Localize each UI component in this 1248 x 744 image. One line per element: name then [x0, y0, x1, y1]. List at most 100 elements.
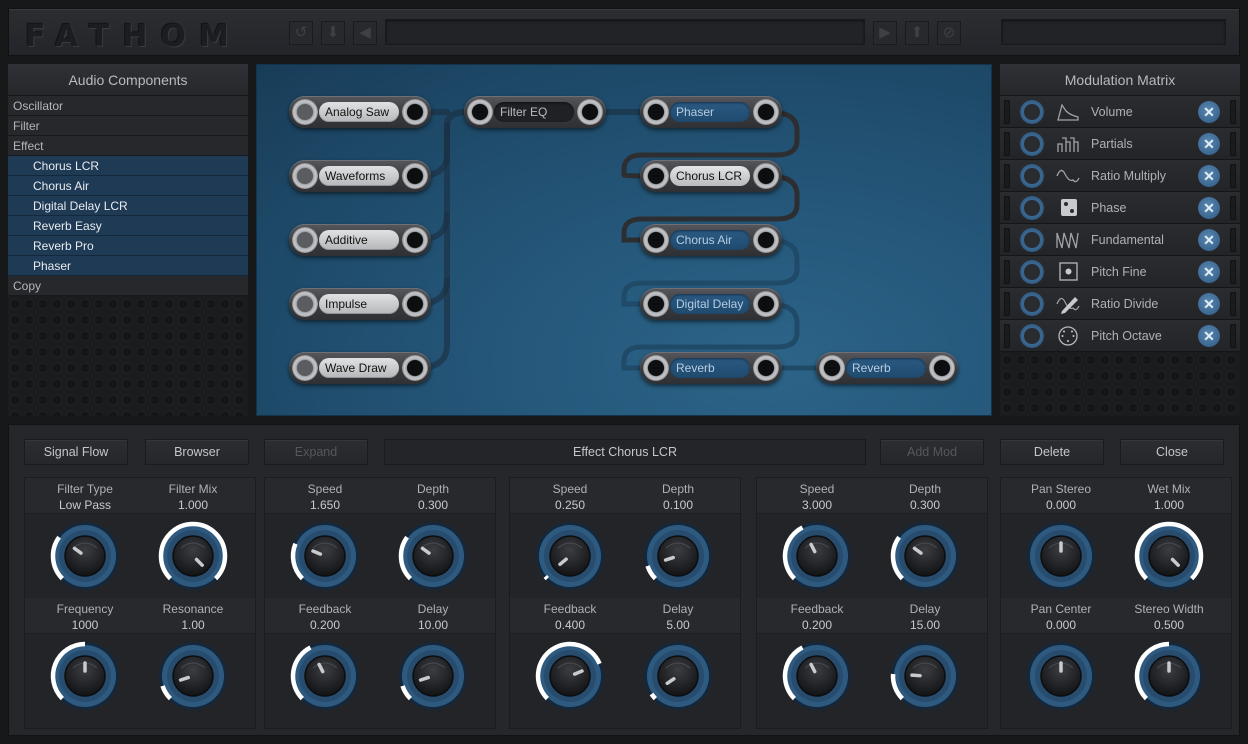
input-port[interactable] [292, 163, 318, 189]
knob[interactable] [157, 640, 229, 712]
node-analog-saw[interactable]: Analog Saw [289, 96, 431, 128]
remove-modulation-button[interactable]: ✕ [1198, 261, 1220, 283]
input-port[interactable] [643, 163, 669, 189]
output-port[interactable] [402, 163, 428, 189]
output-port[interactable] [753, 163, 779, 189]
mod-source-port[interactable] [1020, 132, 1044, 156]
output-port[interactable] [753, 291, 779, 317]
knob[interactable] [534, 640, 606, 712]
undo-button[interactable]: ↺ [289, 21, 313, 45]
drag-handle[interactable] [1230, 196, 1236, 220]
knob[interactable] [781, 640, 853, 712]
signal-flow-canvas[interactable]: Analog Saw Waveforms Additive Impulse Wave D… [256, 64, 992, 416]
drag-handle[interactable] [1230, 292, 1236, 316]
remove-modulation-button[interactable]: ✕ [1198, 197, 1220, 219]
node-wave-draw[interactable]: Wave Draw [289, 352, 431, 384]
drag-handle[interactable] [1230, 164, 1236, 188]
component-item[interactable]: Digital Delay LCR [8, 196, 248, 216]
close-button[interactable]: Close [1120, 439, 1224, 465]
input-port[interactable] [292, 291, 318, 317]
node-filter-eq[interactable]: Filter EQ [464, 96, 606, 128]
knob[interactable] [889, 520, 961, 592]
knob[interactable] [534, 520, 606, 592]
output-port[interactable] [402, 355, 428, 381]
knob[interactable] [397, 520, 469, 592]
mod-source-port[interactable] [1020, 164, 1044, 188]
knob[interactable] [781, 520, 853, 592]
modulation-row[interactable]: Ratio Divide ✕ [1000, 288, 1240, 320]
node-digital-delay[interactable]: Digital Delay [640, 288, 782, 320]
mod-source-port[interactable] [1020, 260, 1044, 284]
knob[interactable] [157, 520, 229, 592]
modulation-row[interactable]: Partials ✕ [1000, 128, 1240, 160]
drag-handle[interactable] [1004, 100, 1010, 124]
expand-button[interactable]: Expand [264, 439, 368, 465]
output-port[interactable] [753, 99, 779, 125]
output-port[interactable] [402, 227, 428, 253]
modulation-row[interactable]: Fundamental ✕ [1000, 224, 1240, 256]
knob[interactable] [289, 640, 361, 712]
component-item[interactable]: Phaser [8, 256, 248, 276]
component-item[interactable]: Copy [8, 276, 248, 296]
component-item[interactable]: Chorus Air [8, 176, 248, 196]
input-port[interactable] [292, 227, 318, 253]
output-port[interactable] [753, 355, 779, 381]
clear-button[interactable]: ⊘ [937, 21, 961, 45]
knob[interactable] [397, 640, 469, 712]
component-item[interactable]: Reverb Pro [8, 236, 248, 256]
drag-handle[interactable] [1004, 260, 1010, 284]
modulation-row[interactable]: Volume ✕ [1000, 96, 1240, 128]
node-chorus-lcr[interactable]: Chorus LCR [640, 160, 782, 192]
input-port[interactable] [819, 355, 845, 381]
output-port[interactable] [577, 99, 603, 125]
output-port[interactable] [929, 355, 955, 381]
drag-handle[interactable] [1230, 260, 1236, 284]
knob[interactable] [49, 520, 121, 592]
modulation-row[interactable]: Phase ✕ [1000, 192, 1240, 224]
mod-source-port[interactable] [1020, 196, 1044, 220]
remove-modulation-button[interactable]: ✕ [1198, 101, 1220, 123]
node-waveforms[interactable]: Waveforms [289, 160, 431, 192]
knob[interactable] [1025, 640, 1097, 712]
modulation-row[interactable]: Ratio Multiply ✕ [1000, 160, 1240, 192]
node-reverb-1[interactable]: Reverb [640, 352, 782, 384]
search-input[interactable] [1001, 19, 1226, 45]
node-phaser[interactable]: Phaser [640, 96, 782, 128]
drag-handle[interactable] [1004, 324, 1010, 348]
drag-handle[interactable] [1004, 132, 1010, 156]
mod-source-port[interactable] [1020, 324, 1044, 348]
knob[interactable] [889, 640, 961, 712]
signal-flow-button[interactable]: Signal Flow [24, 439, 128, 465]
knob[interactable] [289, 520, 361, 592]
node-reverb-2[interactable]: Reverb [816, 352, 958, 384]
input-port[interactable] [643, 355, 669, 381]
modulation-row[interactable]: Pitch Fine ✕ [1000, 256, 1240, 288]
mod-source-port[interactable] [1020, 292, 1044, 316]
drag-handle[interactable] [1004, 164, 1010, 188]
drag-handle[interactable] [1230, 132, 1236, 156]
mod-source-port[interactable] [1020, 228, 1044, 252]
prev-preset-button[interactable]: ◀ [353, 21, 377, 45]
node-chorus-air[interactable]: Chorus Air [640, 224, 782, 256]
preset-name-display[interactable] [385, 19, 865, 45]
input-port[interactable] [643, 227, 669, 253]
remove-modulation-button[interactable]: ✕ [1198, 293, 1220, 315]
knob[interactable] [1025, 520, 1097, 592]
component-item[interactable]: Filter [8, 116, 248, 136]
mod-source-port[interactable] [1020, 100, 1044, 124]
knob[interactable] [1133, 640, 1205, 712]
component-item[interactable]: Chorus LCR [8, 156, 248, 176]
input-port[interactable] [292, 99, 318, 125]
drag-handle[interactable] [1230, 228, 1236, 252]
drag-handle[interactable] [1230, 324, 1236, 348]
drag-handle[interactable] [1004, 228, 1010, 252]
knob[interactable] [642, 640, 714, 712]
remove-modulation-button[interactable]: ✕ [1198, 165, 1220, 187]
drag-handle[interactable] [1230, 100, 1236, 124]
browser-button[interactable]: Browser [145, 439, 249, 465]
knob[interactable] [642, 520, 714, 592]
knob[interactable] [49, 640, 121, 712]
component-item[interactable]: Effect [8, 136, 248, 156]
component-item[interactable]: Reverb Easy [8, 216, 248, 236]
knob[interactable] [1133, 520, 1205, 592]
